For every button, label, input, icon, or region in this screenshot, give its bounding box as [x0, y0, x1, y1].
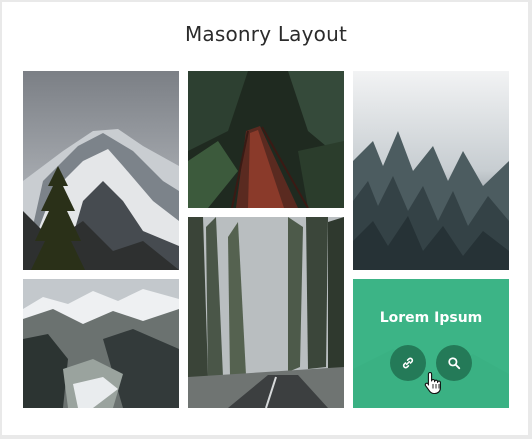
- gallery-item-valley[interactable]: [23, 279, 179, 408]
- hand-cursor-icon: [424, 371, 441, 395]
- link-icon: [402, 357, 414, 369]
- page-title: Masonry Layout: [184, 22, 348, 46]
- gallery-item-misty-forest[interactable]: [353, 71, 509, 270]
- overlay-title: Lorem Ipsum: [379, 310, 483, 326]
- gallery-item-bridge[interactable]: [188, 71, 344, 208]
- valley-image: [23, 279, 179, 408]
- bridge-image: [188, 71, 344, 208]
- forest-road-image: [188, 217, 344, 408]
- search-icon: [448, 357, 461, 370]
- mountain-image: [23, 71, 179, 270]
- misty-forest-image: [353, 71, 509, 270]
- gallery-item-forest-road[interactable]: [188, 217, 344, 408]
- link-button[interactable]: [390, 345, 426, 381]
- gallery-item-mountain[interactable]: [23, 71, 179, 270]
